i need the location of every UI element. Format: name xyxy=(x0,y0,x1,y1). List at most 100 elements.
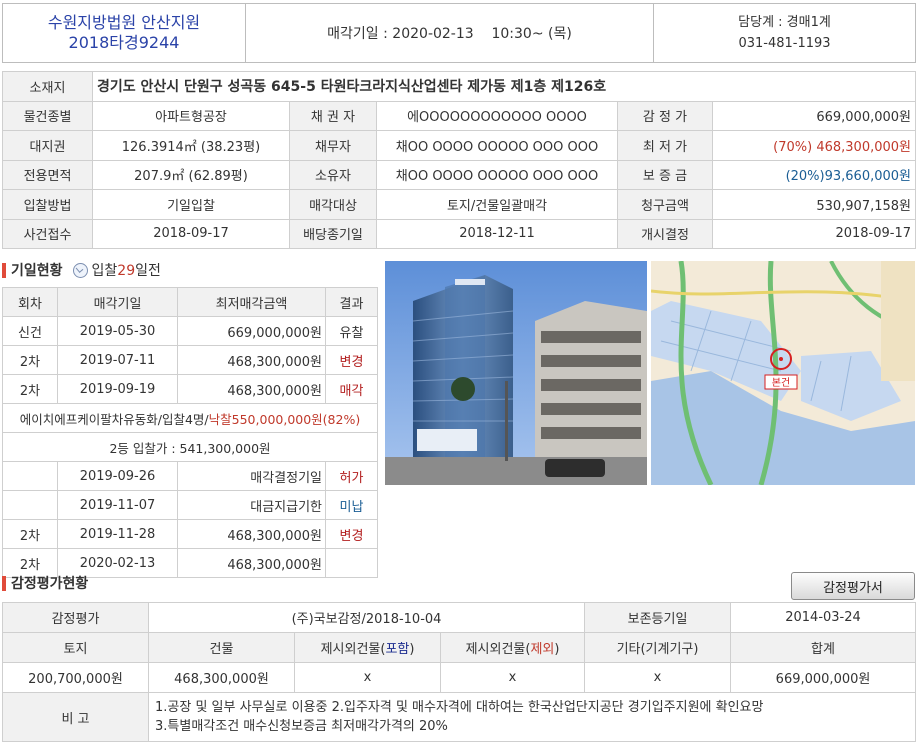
info-percent: (20%) xyxy=(785,169,825,185)
land-header: 토지 xyxy=(2,632,149,663)
info-row: 사건접수 2018-09-17 배당종기일 2018-12-11 개시결정 2018-09… xyxy=(2,218,917,249)
schedule-date: 2019-09-19 xyxy=(57,374,178,404)
schedule-row: 2차 2019-11-28 468,300,000원 변경 xyxy=(2,519,378,549)
col-round: 회차 xyxy=(2,287,58,317)
note-line-1: 1.공장 및 일부 사무실로 이용중 2.입주자격 및 매수자격에 대하여는 한… xyxy=(155,700,764,715)
extra-building-included-header: 제시외건물(포함) xyxy=(294,632,441,663)
schedule-round: 2차 xyxy=(2,345,58,375)
section-marker xyxy=(2,575,6,591)
winning-bid-row: 에이치에프케이팔차유동화/입찰4명/낙찰550,000,000원(82%) xyxy=(2,403,378,433)
schedule-amount: 매각결정기일 xyxy=(177,461,326,491)
appraisal-table: 감정평가 (주)국보감정/2018-10-04 보존등기일 2014-03-24… xyxy=(2,602,917,742)
info-amount: 93,660,000원 xyxy=(824,169,912,185)
info-row: 대지권 126.3914㎡ (38.23평) 채무자 채OO OOOO OOOOO O… xyxy=(2,130,917,161)
sale-date-cell: 매각기일 : 2020-02-13 10:30~ (목) xyxy=(245,3,654,63)
schedule-amount: 468,300,000원 xyxy=(177,374,326,404)
schedule-result: 변경 xyxy=(325,519,378,549)
info-label: 채무자 xyxy=(289,130,377,161)
info-value: 669,000,000원 xyxy=(711,100,917,131)
info-amount: 530,907,158원 xyxy=(816,198,912,214)
schedule-row: 신건 2019-05-30 669,000,000원 유찰 xyxy=(2,316,378,346)
other-value: x xyxy=(584,662,732,693)
info-amount: 2018-09-17 xyxy=(835,226,912,242)
schedule-round: 신건 xyxy=(2,316,58,346)
info-label: 개시결정 xyxy=(617,218,713,249)
appraiser-value: (주)국보감정/2018-10-04 xyxy=(147,602,586,633)
info-value: 2018-09-17 xyxy=(711,218,917,249)
clock-icon xyxy=(72,262,88,278)
property-photo[interactable] xyxy=(385,261,647,485)
note-line-2: 3.특별매각조건 매수신청보증금 최저매각가격의 20% xyxy=(155,719,448,734)
court-cell: 수원지방법원 안산지원 2018타경9244 xyxy=(2,3,246,63)
court-name: 수원지방법원 안산지원 xyxy=(47,13,201,32)
schedule-title: 기일현황 xyxy=(11,263,63,279)
col-result: 결과 xyxy=(325,287,378,317)
info-value: 2018-09-17 xyxy=(92,218,290,249)
building-header: 건물 xyxy=(148,632,295,663)
schedule-result: 유찰 xyxy=(325,316,378,346)
section-marker xyxy=(2,262,6,278)
dept-cell: 담당계 : 경매1계 031-481-1193 xyxy=(653,3,916,63)
second-bid: 2등 입찰가 : 541,300,000원 xyxy=(2,432,378,462)
address-value: 경기도 안산시 단원구 성곡동 645-5 타원타크라지식산업센타 제가동 제1… xyxy=(91,71,917,102)
info-value: 토지/건물일괄매각 xyxy=(376,189,618,220)
info-value: 2018-12-11 xyxy=(376,218,618,249)
extra-building-excluded-header: 제시외건물(제외) xyxy=(439,632,586,663)
appraisal-report-button[interactable]: 감정평가서 xyxy=(791,572,915,600)
case-number: 2018타경9244 xyxy=(68,33,180,52)
info-label: 감 정 가 xyxy=(617,100,713,131)
info-label: 사건접수 xyxy=(2,218,93,249)
land-value: 200,700,000원 xyxy=(2,662,149,693)
other-header: 기타(기계기구) xyxy=(584,632,732,663)
total-value: 669,000,000원 xyxy=(730,662,917,693)
info-percent: (70%) xyxy=(773,139,817,155)
location-map[interactable]: 본건 xyxy=(651,261,915,485)
info-label: 전용면적 xyxy=(2,159,93,190)
winning-bid: 에이치에프케이팔차유동화/입찰4명/낙찰550,000,000원(82%) xyxy=(2,403,378,433)
schedule-row: 2차 2019-09-19 468,300,000원 매각 xyxy=(2,374,378,404)
info-value: 채OO OOOO OOOOO OOO OOO xyxy=(376,159,618,190)
info-label: 매각대상 xyxy=(289,189,377,220)
schedule-amount: 468,300,000원 xyxy=(177,519,326,549)
second-bid-row: 2등 입찰가 : 541,300,000원 xyxy=(2,432,378,462)
schedule-date: 2019-05-30 xyxy=(57,316,178,346)
info-label: 입찰방법 xyxy=(2,189,93,220)
info-label: 대지권 xyxy=(2,130,93,161)
map-image: 본건 xyxy=(651,261,915,485)
info-label: 채 권 자 xyxy=(289,100,377,131)
phone-number: 031-481-1193 xyxy=(738,36,831,51)
schedule-result: 미납 xyxy=(325,490,378,520)
info-value: 채OO OOOO OOOOO OOO OOO xyxy=(376,130,618,161)
info-row: 전용면적 207.9㎡ (62.89평) 소유자 채OO OOOO OOOOO OOO… xyxy=(2,159,917,190)
info-row: 물건종별 아파트형공장 채 권 자 에OOOOOOOOOOOO OOOO 감 정 가 66… xyxy=(2,100,917,131)
schedule-section-title: 기일현황 입찰29일전 xyxy=(2,260,161,280)
appraiser-label: 감정평가 xyxy=(2,602,149,633)
schedule-amount: 468,300,000원 xyxy=(177,345,326,375)
schedule-result: 허가 xyxy=(325,461,378,491)
info-value: 126.3914㎡ (38.23평) xyxy=(92,130,290,161)
building-value: 468,300,000원 xyxy=(148,662,295,693)
appraisal-title: 감정평가현황 xyxy=(11,576,89,592)
schedule-round: 2차 xyxy=(2,374,58,404)
info-label: 배당종기일 xyxy=(289,218,377,249)
sale-time: 10:30~ (목) xyxy=(491,26,572,42)
schedule-result: 변경 xyxy=(325,345,378,375)
schedule-round: 2차 xyxy=(2,519,58,549)
info-label: 최 저 가 xyxy=(617,130,713,161)
schedule-amount: 669,000,000원 xyxy=(177,316,326,346)
extra-building-excluded-value: x xyxy=(439,662,586,693)
info-value: 207.9㎡ (62.89평) xyxy=(92,159,290,190)
info-label: 보 증 금 xyxy=(617,159,713,190)
info-value: (20%)93,660,000원 xyxy=(711,159,917,190)
registration-label: 보존등기일 xyxy=(584,602,732,633)
schedule-row: 2차 2019-07-11 468,300,000원 변경 xyxy=(2,345,378,375)
schedule-amount: 대금지급기한 xyxy=(177,490,326,520)
info-value: 아파트형공장 xyxy=(92,100,290,131)
schedule-date: 2019-11-28 xyxy=(57,519,178,549)
schedule-result: 매각 xyxy=(325,374,378,404)
info-amount: 669,000,000원 xyxy=(816,110,912,126)
schedule-round xyxy=(2,461,58,491)
schedule-row: 2019-11-07 대금지급기한 미납 xyxy=(2,490,378,520)
info-label: 청구금액 xyxy=(617,189,713,220)
building-photo-image xyxy=(385,261,647,485)
